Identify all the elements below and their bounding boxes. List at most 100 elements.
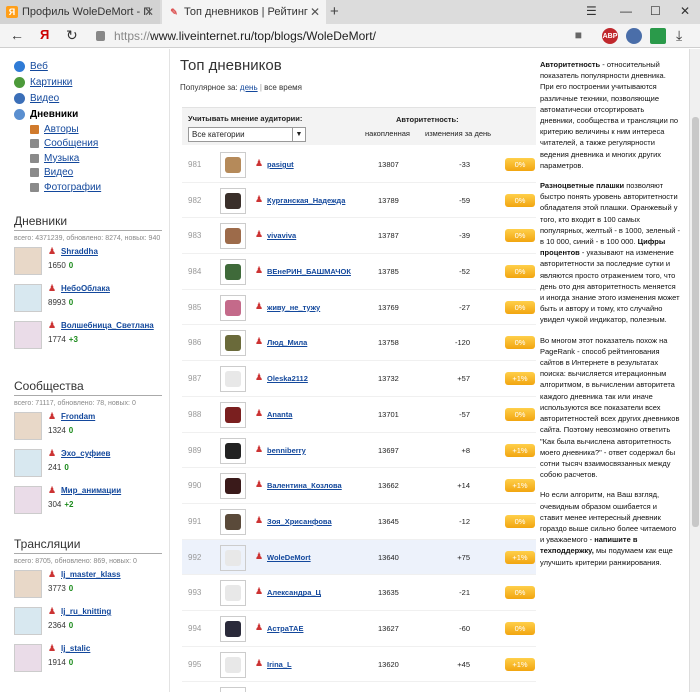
close-tab-icon[interactable]: ✕ <box>310 5 320 19</box>
avatar[interactable] <box>220 473 246 500</box>
diary-name[interactable]: Александра_Ц <box>267 588 321 597</box>
change-value: -33 <box>459 160 470 169</box>
avatar[interactable] <box>220 687 246 692</box>
category-icon <box>30 153 39 163</box>
address-bar[interactable]: https:// www.liveinternet.ru/top/blogs/W… <box>96 27 586 45</box>
change-value: -27 <box>459 302 470 312</box>
avatar-image <box>225 371 241 388</box>
category-item[interactable]: Сообщения <box>30 137 101 152</box>
avatar[interactable] <box>220 437 246 464</box>
menu-icon[interactable]: ☰ <box>586 4 597 18</box>
avatar[interactable] <box>220 259 246 286</box>
avatar[interactable] <box>220 401 246 428</box>
avatar[interactable] <box>14 486 42 514</box>
avatar[interactable] <box>220 152 246 178</box>
info-text: - относительный показатель популярности … <box>540 60 679 170</box>
diary-name[interactable]: WoleDeMort <box>267 553 311 562</box>
percent-badge: 0% <box>505 336 535 350</box>
side-item-name[interactable]: Frondam <box>61 412 95 421</box>
score-delta: 0 <box>68 584 74 593</box>
side-item-name[interactable]: lj_master_klass <box>61 570 121 579</box>
diary-name[interactable]: vivaviva <box>267 231 296 240</box>
percent-badge: 0% <box>505 586 535 600</box>
adblock-icon[interactable]: ABP <box>602 28 618 44</box>
bookmark-icon[interactable]: ■ <box>575 28 582 42</box>
percent-badge: 0% <box>505 193 535 207</box>
download-icon[interactable]: ⤓ <box>676 27 682 44</box>
avatar[interactable] <box>220 330 246 357</box>
new-tab-icon[interactable]: + <box>330 3 339 20</box>
table-row: 987 ♟ Oleska2112 13732 +57 +1% <box>182 361 536 397</box>
popular-filter: Популярное за: день | все время <box>180 83 302 92</box>
avatar[interactable] <box>220 223 246 250</box>
avatar[interactable] <box>14 284 42 312</box>
category-item[interactable]: Музыка <box>30 151 101 166</box>
avatar[interactable] <box>220 187 246 214</box>
diary-name[interactable]: Курганская_Надежда <box>267 196 345 205</box>
avatar[interactable] <box>14 247 42 275</box>
avatar[interactable] <box>14 607 42 635</box>
tab-top-diaries[interactable]: ✎ Топ дневников | Рейтинг ✕ <box>162 0 326 24</box>
scrollbar-thumb[interactable] <box>692 117 699 527</box>
category-select[interactable]: Все категории ▼ <box>188 127 306 142</box>
extension-icon[interactable] <box>650 28 666 44</box>
percent-badge: +1% <box>505 443 535 457</box>
category-item[interactable]: Видео <box>14 90 101 106</box>
avatar[interactable] <box>220 580 246 607</box>
side-item-name[interactable]: Эхо_суфиев <box>61 449 110 458</box>
change-value: +14 <box>457 481 470 491</box>
avatar[interactable] <box>14 321 42 349</box>
user-icon: ♟ <box>255 372 264 383</box>
category-item[interactable]: Картинки <box>14 74 101 90</box>
close-tab-icon[interactable]: ✕ <box>144 5 154 19</box>
diary-name[interactable]: Валентина_Козлова <box>267 481 342 490</box>
close-window-icon[interactable]: ✕ <box>680 4 690 18</box>
table-row: 982 ♟ Курганская_Надежда 13789 -59 0% <box>182 183 536 219</box>
reload-icon[interactable]: ↻ <box>66 27 78 44</box>
side-item-name[interactable]: lj_stalic <box>61 644 90 653</box>
avatar[interactable] <box>220 615 246 642</box>
tab-profile[interactable]: Я Профиль WoleDeMort - Пер ✕ <box>0 0 160 24</box>
category-item[interactable]: Авторы <box>30 122 101 137</box>
popular-all-link[interactable]: все время <box>264 83 302 92</box>
vertical-scrollbar[interactable] <box>689 49 700 692</box>
side-item-name[interactable]: lj_ru_knitting <box>61 607 111 616</box>
avatar[interactable] <box>220 544 246 571</box>
side-list-item: ♟ Эхо_суфиев 241 0 <box>14 447 162 482</box>
diary-name[interactable]: Люд_Мила <box>267 338 307 347</box>
side-item-name[interactable]: Shraddha <box>61 247 98 256</box>
category-item[interactable]: Видео <box>30 166 101 181</box>
avatar[interactable] <box>220 651 246 678</box>
diary-name[interactable]: АстраТАЕ <box>267 624 303 633</box>
maximize-icon[interactable]: ☐ <box>650 4 661 18</box>
side-item-name[interactable]: Мир_анимации <box>61 486 121 495</box>
yandex-icon[interactable]: Я <box>40 27 49 42</box>
tab-title: Профиль WoleDeMort - Пер <box>22 6 150 18</box>
avatar[interactable] <box>220 294 246 321</box>
diary-name[interactable]: Ananta <box>267 410 292 419</box>
diary-name[interactable]: Oleska2112 <box>267 374 308 383</box>
avatar[interactable] <box>220 508 246 535</box>
avatar[interactable] <box>14 570 42 598</box>
avatar[interactable] <box>14 449 42 477</box>
diary-name[interactable]: ВЕнеРИН_БАШМАЧОК <box>267 267 351 276</box>
diary-name[interactable]: benniberry <box>267 446 306 455</box>
diary-name[interactable]: Зоя_Хрисанфова <box>267 517 332 526</box>
side-item-name[interactable]: Волшебница_Светлана <box>61 321 154 330</box>
avatar[interactable] <box>14 644 42 672</box>
category-item[interactable]: Фотографии <box>30 180 101 195</box>
table-row: 990 ♟ Валентина_Козлова 13662 +14 +1% <box>182 468 536 504</box>
diary-name[interactable]: живу_не_тужу <box>267 303 320 312</box>
table-row: 984 ♟ ВЕнеРИН_БАШМАЧОК 13785 -52 0% <box>182 254 536 290</box>
extension-icon[interactable] <box>626 28 642 44</box>
avatar[interactable] <box>220 366 246 393</box>
diary-name[interactable]: pasigut <box>267 160 294 169</box>
back-icon[interactable]: ← <box>10 27 24 43</box>
side-item-name[interactable]: НебоОблака <box>61 284 110 293</box>
diary-name[interactable]: Irina_L <box>267 660 292 669</box>
avatar[interactable] <box>14 412 42 440</box>
category-item[interactable]: Веб <box>14 58 101 74</box>
category-item[interactable]: Дневники <box>14 106 101 122</box>
popular-day-link[interactable]: день <box>240 83 258 92</box>
minimize-icon[interactable]: — <box>620 4 632 18</box>
